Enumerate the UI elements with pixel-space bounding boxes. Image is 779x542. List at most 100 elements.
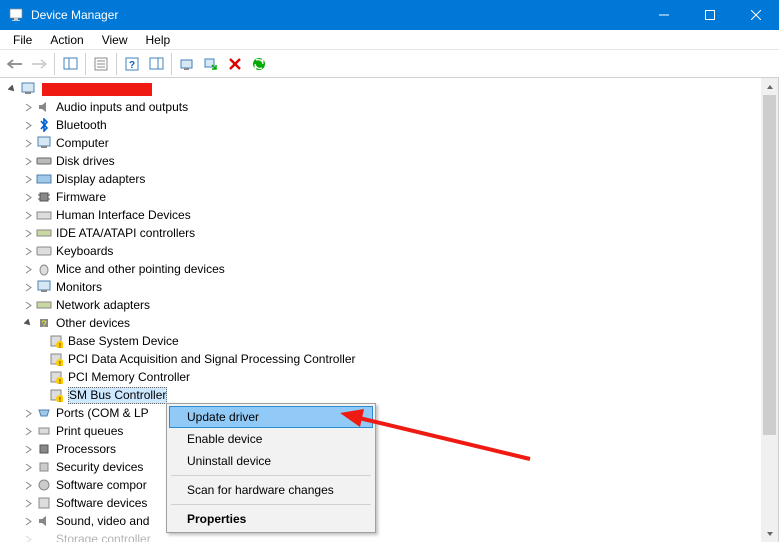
security-icon bbox=[36, 459, 52, 475]
tree-item-disk[interactable]: Disk drives bbox=[0, 152, 761, 170]
context-menu-label: Enable device bbox=[187, 432, 262, 446]
scroll-down-button[interactable] bbox=[761, 525, 778, 542]
tree-item-print[interactable]: Print queues bbox=[0, 422, 761, 440]
uninstall-device-button[interactable] bbox=[224, 53, 246, 75]
expander-closed-icon[interactable] bbox=[20, 193, 36, 202]
tree-item-firmware[interactable]: Firmware bbox=[0, 188, 761, 206]
window-title: Device Manager bbox=[31, 8, 641, 22]
expander-closed-icon[interactable] bbox=[20, 463, 36, 472]
expander-closed-icon[interactable] bbox=[20, 121, 36, 130]
tree-item-monitors[interactable]: Monitors bbox=[0, 278, 761, 296]
properties-button[interactable] bbox=[90, 53, 112, 75]
forward-button[interactable] bbox=[28, 53, 50, 75]
expander-closed-icon[interactable] bbox=[20, 535, 36, 542]
menu-view[interactable]: View bbox=[93, 31, 137, 49]
tree-item-sound[interactable]: Sound, video and bbox=[0, 512, 761, 530]
update-driver-button[interactable] bbox=[176, 53, 198, 75]
keyboard-icon bbox=[36, 243, 52, 259]
tree-item-security[interactable]: Security devices bbox=[0, 458, 761, 476]
expander-closed-icon[interactable] bbox=[20, 103, 36, 112]
expander-closed-icon[interactable] bbox=[20, 427, 36, 436]
menu-action[interactable]: Action bbox=[41, 31, 92, 49]
expander-closed-icon[interactable] bbox=[20, 229, 36, 238]
minimize-button[interactable] bbox=[641, 0, 687, 30]
tree-item-label: Security devices bbox=[56, 460, 143, 474]
tree-item-display[interactable]: Display adapters bbox=[0, 170, 761, 188]
expander-closed-icon[interactable] bbox=[20, 211, 36, 220]
expander-closed-icon[interactable] bbox=[20, 157, 36, 166]
tree-item-audio[interactable]: Audio inputs and outputs bbox=[0, 98, 761, 116]
scroll-thumb[interactable] bbox=[763, 95, 776, 435]
maximize-button[interactable] bbox=[687, 0, 733, 30]
redacted-computer-name bbox=[42, 83, 152, 96]
expander-closed-icon[interactable] bbox=[20, 481, 36, 490]
unknown-device-icon: ! bbox=[48, 333, 64, 349]
tree-item-ide[interactable]: IDE ATA/ATAPI controllers bbox=[0, 224, 761, 242]
help-button[interactable]: ? bbox=[121, 53, 143, 75]
enable-device-button[interactable] bbox=[200, 53, 222, 75]
tree-item-mice[interactable]: Mice and other pointing devices bbox=[0, 260, 761, 278]
tree-item-label: IDE ATA/ATAPI controllers bbox=[56, 226, 195, 240]
context-menu-label: Update driver bbox=[187, 410, 259, 424]
sound-icon bbox=[36, 513, 52, 529]
context-menu-separator bbox=[171, 504, 371, 505]
tree-item-software-devices[interactable]: Software devices bbox=[0, 494, 761, 512]
expander-open-icon[interactable] bbox=[20, 319, 36, 328]
menu-file[interactable]: File bbox=[4, 31, 41, 49]
tree-item-bluetooth[interactable]: Bluetooth bbox=[0, 116, 761, 134]
mouse-icon bbox=[36, 261, 52, 277]
expander-closed-icon[interactable] bbox=[20, 409, 36, 418]
action-pane-button[interactable] bbox=[145, 53, 167, 75]
tree-item-hid[interactable]: Human Interface Devices bbox=[0, 206, 761, 224]
tree-item-processors[interactable]: Processors bbox=[0, 440, 761, 458]
close-button[interactable] bbox=[733, 0, 779, 30]
expander-closed-icon[interactable] bbox=[20, 265, 36, 274]
context-menu-enable-device[interactable]: Enable device bbox=[169, 428, 373, 450]
tree-item-base-system[interactable]: !Base System Device bbox=[0, 332, 761, 350]
context-menu-separator bbox=[171, 475, 371, 476]
tree-item-pci-memory[interactable]: !PCI Memory Controller bbox=[0, 368, 761, 386]
svg-text:?: ? bbox=[129, 60, 135, 71]
tree-item-pci-data[interactable]: !PCI Data Acquisition and Signal Process… bbox=[0, 350, 761, 368]
context-menu-uninstall-device[interactable]: Uninstall device bbox=[169, 450, 373, 472]
expander-closed-icon[interactable] bbox=[20, 175, 36, 184]
tree-item-sm-bus[interactable]: !SM Bus Controller bbox=[0, 386, 761, 404]
display-adapter-icon bbox=[36, 171, 52, 187]
show-hide-console-button[interactable] bbox=[59, 53, 81, 75]
expander-closed-icon[interactable] bbox=[20, 283, 36, 292]
scroll-up-button[interactable] bbox=[761, 78, 778, 95]
tree-item-label: Disk drives bbox=[56, 154, 115, 168]
network-icon bbox=[36, 297, 52, 313]
tree-item-label: Storage controller bbox=[56, 532, 151, 542]
expander-open-icon[interactable] bbox=[4, 85, 20, 94]
context-menu: Update driver Enable device Uninstall de… bbox=[166, 403, 376, 533]
software-component-icon bbox=[36, 477, 52, 493]
expander-closed-icon[interactable] bbox=[20, 139, 36, 148]
expander-closed-icon[interactable] bbox=[20, 301, 36, 310]
tree-item-other[interactable]: ?Other devices bbox=[0, 314, 761, 332]
expander-closed-icon[interactable] bbox=[20, 445, 36, 454]
tree-view[interactable]: Audio inputs and outputs Bluetooth Compu… bbox=[0, 78, 761, 542]
tree-root[interactable] bbox=[0, 80, 761, 98]
vertical-scrollbar[interactable] bbox=[761, 78, 778, 542]
menu-help[interactable]: Help bbox=[137, 31, 180, 49]
tree-item-software-components[interactable]: Software compor bbox=[0, 476, 761, 494]
audio-icon bbox=[36, 99, 52, 115]
context-menu-scan[interactable]: Scan for hardware changes bbox=[169, 479, 373, 501]
tree-item-ports[interactable]: Ports (COM & LP bbox=[0, 404, 761, 422]
app-icon bbox=[8, 7, 24, 23]
scan-hardware-button[interactable] bbox=[248, 53, 270, 75]
expander-closed-icon[interactable] bbox=[20, 247, 36, 256]
tree-item-computer[interactable]: Computer bbox=[0, 134, 761, 152]
tree-item-network[interactable]: Network adapters bbox=[0, 296, 761, 314]
toolbar-separator bbox=[116, 53, 117, 75]
context-menu-update-driver[interactable]: Update driver bbox=[169, 406, 373, 428]
tree-item-keyboards[interactable]: Keyboards bbox=[0, 242, 761, 260]
context-menu-properties[interactable]: Properties bbox=[169, 508, 373, 530]
tree-item-storage-cut[interactable]: Storage controller bbox=[0, 530, 761, 542]
back-button[interactable] bbox=[4, 53, 26, 75]
tree-item-label: Audio inputs and outputs bbox=[56, 100, 188, 114]
expander-closed-icon[interactable] bbox=[20, 517, 36, 526]
expander-closed-icon[interactable] bbox=[20, 499, 36, 508]
svg-text:!: ! bbox=[59, 343, 61, 348]
